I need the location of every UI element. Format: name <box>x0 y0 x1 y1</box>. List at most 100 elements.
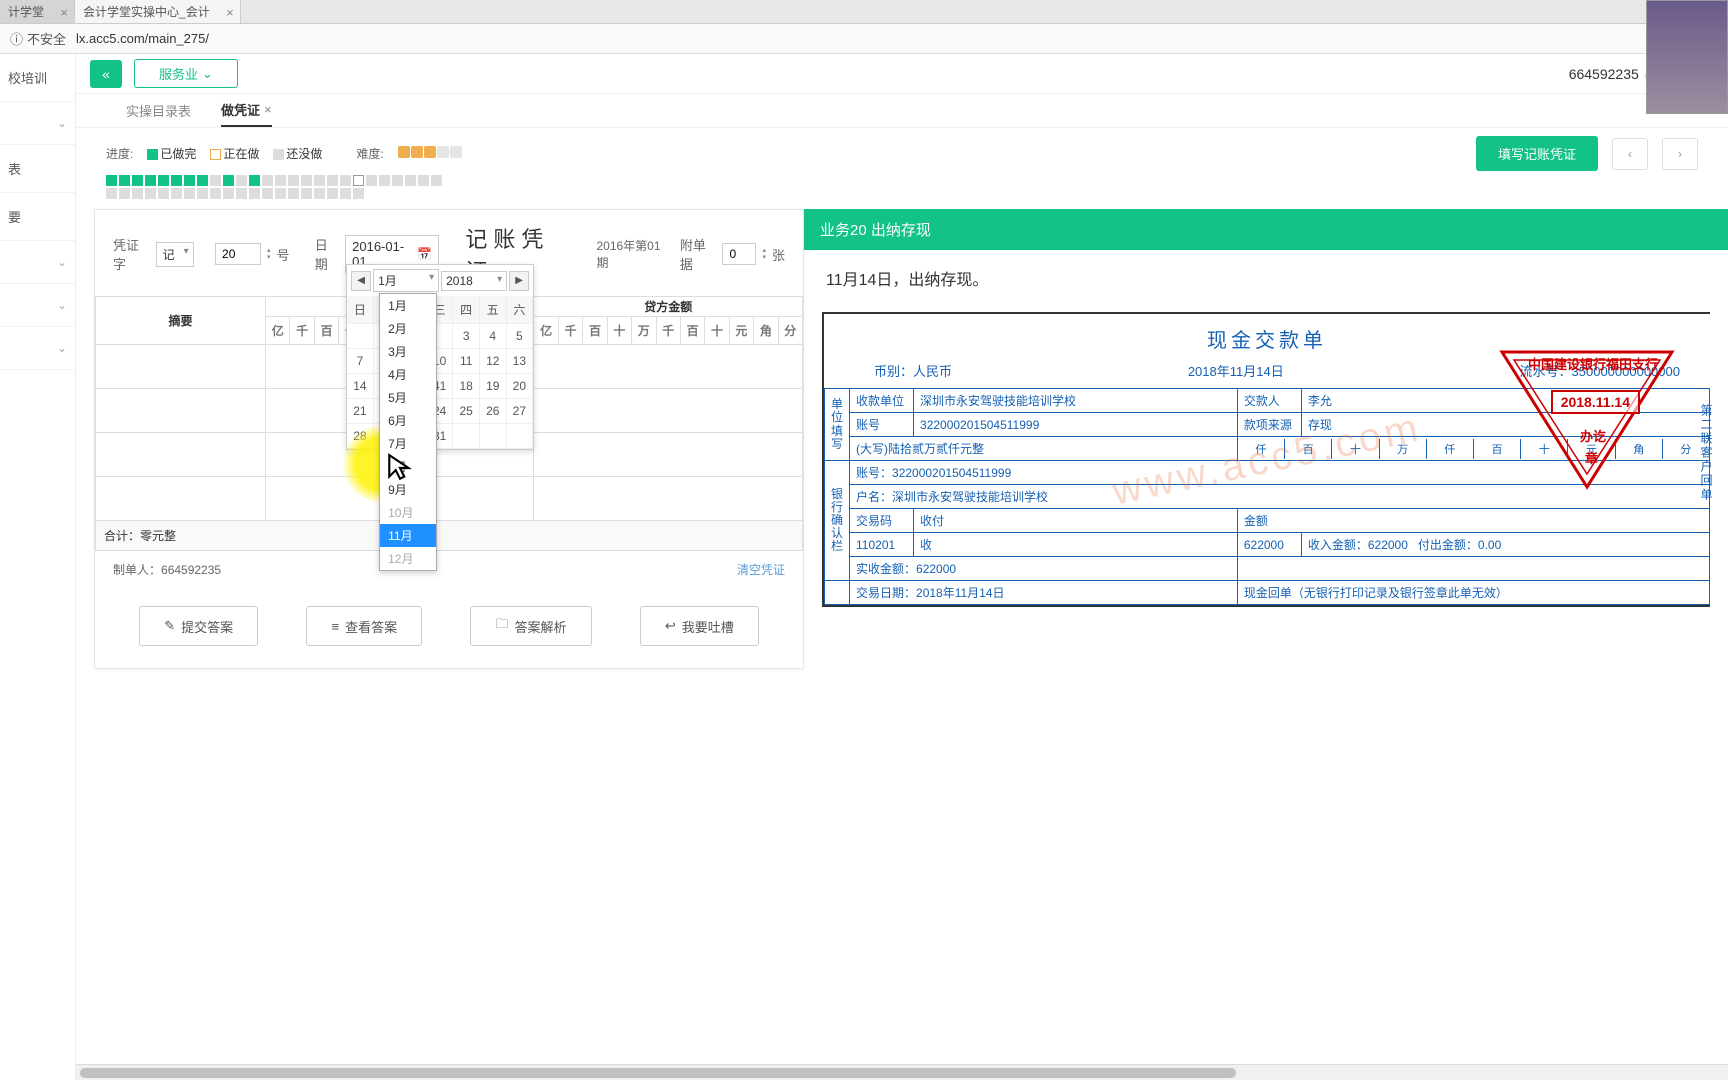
day-cell[interactable]: 13 <box>507 349 534 374</box>
progress-square[interactable] <box>145 188 156 199</box>
day-cell[interactable]: 19 <box>480 374 507 399</box>
horizontal-scrollbar[interactable] <box>76 1064 1728 1080</box>
progress-square[interactable] <box>106 188 117 199</box>
close-icon[interactable]: × <box>264 102 272 117</box>
day-cell[interactable] <box>453 424 480 449</box>
progress-square[interactable] <box>327 188 338 199</box>
summary-cell[interactable] <box>96 433 266 477</box>
progress-square[interactable] <box>288 188 299 199</box>
month-option[interactable]: 12月 <box>380 547 436 570</box>
day-cell[interactable]: 12 <box>480 349 507 374</box>
credit-cell[interactable] <box>534 345 803 389</box>
datepicker-month-select[interactable]: 1月 <box>373 269 439 292</box>
progress-square[interactable] <box>340 188 351 199</box>
month-option[interactable]: 10月 <box>380 501 436 524</box>
progress-square[interactable] <box>301 188 312 199</box>
datepicker-year-select[interactable]: 2018 <box>441 271 507 291</box>
close-icon[interactable]: × <box>226 5 234 20</box>
progress-square[interactable] <box>353 175 364 186</box>
sidebar-item[interactable]: 校培训 <box>0 54 75 102</box>
url-text[interactable]: lx.acc5.com/main_275/ <box>76 31 209 46</box>
day-cell[interactable]: 4 <box>480 324 507 349</box>
voucher-word-select[interactable]: 记 <box>156 242 194 267</box>
progress-square[interactable] <box>171 175 182 186</box>
month-option[interactable]: 6月 <box>380 409 436 432</box>
progress-square[interactable] <box>158 188 169 199</box>
day-cell[interactable] <box>507 424 534 449</box>
day-cell[interactable] <box>480 424 507 449</box>
progress-square[interactable] <box>158 175 169 186</box>
month-option[interactable]: 3月 <box>380 340 436 363</box>
sidebar-item[interactable]: ⌄ <box>0 284 75 327</box>
day-cell[interactable]: 26 <box>480 399 507 424</box>
progress-square[interactable] <box>249 188 260 199</box>
progress-square[interactable] <box>236 188 247 199</box>
summary-cell[interactable] <box>96 389 266 433</box>
progress-square[interactable] <box>223 188 234 199</box>
progress-square[interactable] <box>327 175 338 186</box>
service-dropdown[interactable]: 服务业 ⌄ <box>134 59 238 88</box>
summary-cell[interactable] <box>96 477 266 521</box>
progress-square[interactable] <box>288 175 299 186</box>
credit-cell[interactable] <box>534 433 803 477</box>
progress-square[interactable] <box>223 175 234 186</box>
day-cell[interactable]: 7 <box>347 349 374 374</box>
progress-square[interactable] <box>275 188 286 199</box>
scrollbar-thumb[interactable] <box>80 1068 1236 1078</box>
day-cell[interactable]: 28 <box>347 424 374 449</box>
progress-square[interactable] <box>249 175 260 186</box>
month-option[interactable]: 4月 <box>380 363 436 386</box>
month-option[interactable]: 2月 <box>380 317 436 340</box>
voucher-number-input[interactable] <box>215 243 261 265</box>
progress-square[interactable] <box>431 175 442 186</box>
progress-square[interactable] <box>262 188 273 199</box>
month-option[interactable]: 5月 <box>380 386 436 409</box>
day-cell[interactable]: 11 <box>453 349 480 374</box>
fill-voucher-button[interactable]: 填写记账凭证 <box>1476 136 1598 171</box>
sidebar-item[interactable]: ⌄ <box>0 241 75 284</box>
month-option[interactable]: 9月 <box>380 478 436 501</box>
sidebar-item[interactable]: 要 <box>0 193 75 241</box>
close-icon[interactable]: × <box>60 5 68 20</box>
answer-analysis-button[interactable]: 🗀答案解析 <box>470 606 591 646</box>
progress-square[interactable] <box>379 175 390 186</box>
day-cell[interactable]: 20 <box>507 374 534 399</box>
progress-square[interactable] <box>197 175 208 186</box>
month-option[interactable]: 11月 <box>380 524 436 547</box>
progress-square[interactable] <box>106 175 117 186</box>
day-cell[interactable]: 27 <box>507 399 534 424</box>
progress-square[interactable] <box>275 175 286 186</box>
progress-square[interactable] <box>184 188 195 199</box>
progress-square[interactable] <box>132 175 143 186</box>
progress-square[interactable] <box>119 175 130 186</box>
prev-button[interactable]: ‹ <box>1612 138 1648 170</box>
number-spinner[interactable]: ▴▾ <box>267 247 271 261</box>
clear-voucher-link[interactable]: 清空凭证 <box>737 561 785 578</box>
progress-square[interactable] <box>314 175 325 186</box>
progress-square[interactable] <box>353 188 364 199</box>
tab-catalog[interactable]: 实操目录表 <box>126 95 191 126</box>
browser-tab[interactable]: 会计学堂实操中心_会计 × <box>75 0 241 23</box>
day-cell[interactable]: 25 <box>453 399 480 424</box>
sidebar-item[interactable]: ⌄ <box>0 102 75 145</box>
month-option[interactable]: 7月 <box>380 432 436 455</box>
progress-square[interactable] <box>418 175 429 186</box>
progress-square[interactable] <box>119 188 130 199</box>
progress-square[interactable] <box>210 188 221 199</box>
progress-square[interactable] <box>197 188 208 199</box>
progress-square[interactable] <box>184 175 195 186</box>
summary-cell[interactable] <box>96 345 266 389</box>
attach-input[interactable] <box>722 243 756 265</box>
progress-square[interactable] <box>145 175 156 186</box>
progress-square[interactable] <box>314 188 325 199</box>
progress-square[interactable] <box>366 175 377 186</box>
progress-square[interactable] <box>236 175 247 186</box>
progress-square[interactable] <box>171 188 182 199</box>
date-input[interactable]: 2016-01-01 📅 ◀ 1月 2018 ▶ 日 三四五六 3457 101… <box>345 235 439 273</box>
submit-answer-button[interactable]: ✎提交答案 <box>139 606 258 646</box>
day-cell[interactable]: 18 <box>453 374 480 399</box>
progress-square[interactable] <box>392 175 403 186</box>
progress-square[interactable] <box>262 175 273 186</box>
tab-voucher[interactable]: 做凭证 × <box>221 94 272 127</box>
feedback-button[interactable]: ↩我要吐槽 <box>640 606 759 646</box>
